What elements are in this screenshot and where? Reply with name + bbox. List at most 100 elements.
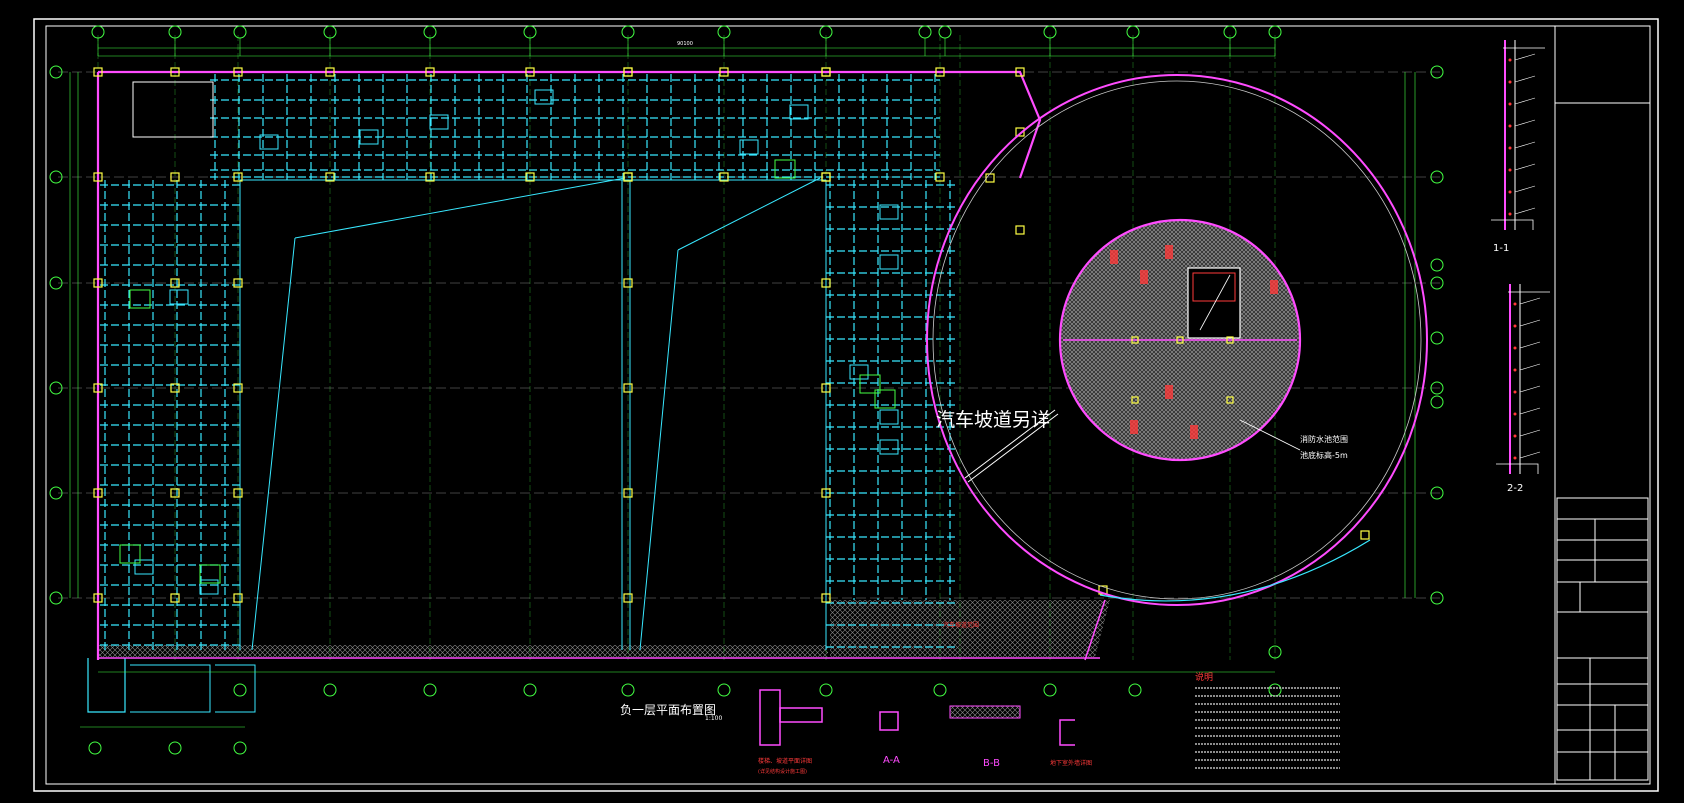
- inner-red-5: [1190, 425, 1198, 439]
- section-2-2-detail-leader-436: [1519, 429, 1541, 437]
- bubble-bottom-8: [1043, 683, 1057, 697]
- detail-2-shape: [1059, 719, 1075, 746]
- circle-note-1: 消防水池范围: [1300, 435, 1348, 444]
- bubble-top-9: [918, 25, 932, 39]
- green-box-3: [774, 159, 796, 179]
- inner-shaft: [1187, 267, 1241, 339]
- dimension-total: 90100: [677, 41, 693, 47]
- slant-4: [639, 249, 679, 651]
- column-46: [985, 173, 995, 183]
- section-1-1-detail-leader-170: [1514, 163, 1536, 171]
- small-box-2: [879, 409, 899, 425]
- slant-3: [677, 177, 821, 251]
- section-1-1-detail-dot-104: [1508, 102, 1512, 106]
- section-2-2-detail-leader-304: [1519, 297, 1541, 305]
- inner-red-1: [1165, 245, 1173, 259]
- bubble-top-10: [938, 25, 952, 39]
- small-box-12: [789, 104, 809, 120]
- inner-red-3: [1270, 280, 1278, 294]
- detail-1-beam: [779, 707, 823, 723]
- stair-1: [87, 658, 126, 713]
- section-2-2-detail-dot-414: [1513, 412, 1517, 416]
- small-box-10: [534, 89, 554, 105]
- section-1-1-detail-dot-82: [1508, 80, 1512, 84]
- section-2-2-detail-dot-370: [1513, 368, 1517, 372]
- section-2-2-detail-dot-348: [1513, 346, 1517, 350]
- section-1-1-detail-foot: [1491, 219, 1534, 230]
- detail-1-col: [759, 689, 781, 746]
- inner-red-4: [1165, 385, 1173, 399]
- bubble-bottom2-1: [168, 741, 182, 755]
- section-2-2: 2-2: [1507, 483, 1524, 494]
- small-box-3: [879, 439, 899, 455]
- section-2-2-detail-foot: [1496, 463, 1539, 474]
- section-1-1-detail-dot-60: [1508, 58, 1512, 62]
- detail-2-label: 地下室外墙详图: [1050, 760, 1093, 767]
- section-2-2-detail-dot-436: [1513, 434, 1517, 438]
- slant-1: [294, 177, 626, 239]
- section-1-1-detail-dot-126: [1508, 124, 1512, 128]
- small-box-5: [169, 289, 189, 305]
- hatch-label: 汽车坡道范围: [943, 622, 980, 629]
- section-2-2-detail-dot-458: [1513, 456, 1517, 460]
- detail-1-label: 楼梯、坡道平面详图: [758, 758, 813, 765]
- section-1-1-detail-leader-126: [1514, 119, 1536, 127]
- bubble-bottom-4: [621, 683, 635, 697]
- section-b-b: B-B: [983, 758, 1000, 769]
- bubble-bottom2-2: [233, 741, 247, 755]
- bottom-hatch: [98, 645, 828, 657]
- bubble-right2-2: [1430, 331, 1444, 345]
- section-2-2-detail-leader-370: [1519, 363, 1541, 371]
- ramp-circle: [926, 74, 1428, 606]
- detail-bb: [949, 705, 1021, 719]
- plan-scale: 1:100: [705, 715, 723, 722]
- small-box-4: [849, 364, 869, 380]
- small-box-6: [134, 559, 154, 575]
- top-left-room: [132, 81, 214, 138]
- structural-beams: [87, 74, 955, 713]
- section-1-1-detail-dot-214: [1508, 212, 1512, 216]
- detail-aa: [879, 711, 899, 731]
- column-49: [1015, 225, 1025, 235]
- section-1-1-detail-leader-60: [1514, 53, 1536, 61]
- bubble-right2-4: [1430, 395, 1444, 409]
- section-2-2-detail-leader-348: [1519, 341, 1541, 349]
- bubble-bottom-3: [523, 683, 537, 697]
- section-2-2-detail-dot-326: [1513, 324, 1517, 328]
- slant-2: [251, 237, 296, 651]
- circle-note-2: 池底标高-5m: [1300, 451, 1348, 460]
- bubble-bottom-2: [423, 683, 437, 697]
- section-1-1-detail-dot-170: [1508, 168, 1512, 172]
- section-2-2-detail-leader-392: [1519, 385, 1541, 393]
- cad-drawing-canvas: [33, 18, 1659, 792]
- title-block: [1554, 26, 1650, 784]
- section-1-1-detail-leader-192: [1514, 185, 1536, 193]
- section-2-2-detail-leader-458: [1519, 451, 1541, 459]
- ramp-label: 汽车坡道另详: [936, 409, 1051, 431]
- bubble-bottom2-0: [88, 741, 102, 755]
- section-2-2-detail-leader-414: [1519, 407, 1541, 415]
- inner-red-0: [1110, 250, 1118, 264]
- section-1-1-detail-dot-148: [1508, 146, 1512, 150]
- section-1-1: 1-1: [1493, 243, 1510, 254]
- section-2-2-detail-leader-326: [1519, 319, 1541, 327]
- column-47: [1360, 530, 1370, 540]
- small-box-9: [429, 114, 449, 130]
- notes-heading: 说明: [1195, 673, 1214, 683]
- section-1-1-detail-dot-192: [1508, 190, 1512, 194]
- section-1-1-detail-leader-148: [1514, 141, 1536, 149]
- bubble-top-2: [233, 25, 247, 39]
- bubble-bottom-9: [1128, 683, 1142, 697]
- perimeter-walls: [96, 70, 1106, 661]
- plan-title: 负一层平面布置图: [620, 703, 717, 717]
- bubble-right2-0: [1430, 258, 1444, 272]
- bubble-bottom-0: [233, 683, 247, 697]
- inner-red-6: [1130, 420, 1138, 434]
- section-1-1-detail-leader-104: [1514, 97, 1536, 105]
- section-2-2-detail-dot-392: [1513, 390, 1517, 394]
- detail-1-sub: (详见结构设计施工图): [758, 769, 807, 775]
- bubble-bottom-10: [1268, 683, 1282, 697]
- section-1-1-detail-leader-214: [1514, 207, 1536, 215]
- bubble-bottom-5: [717, 683, 731, 697]
- section-1-1-detail-leader-82: [1514, 75, 1536, 83]
